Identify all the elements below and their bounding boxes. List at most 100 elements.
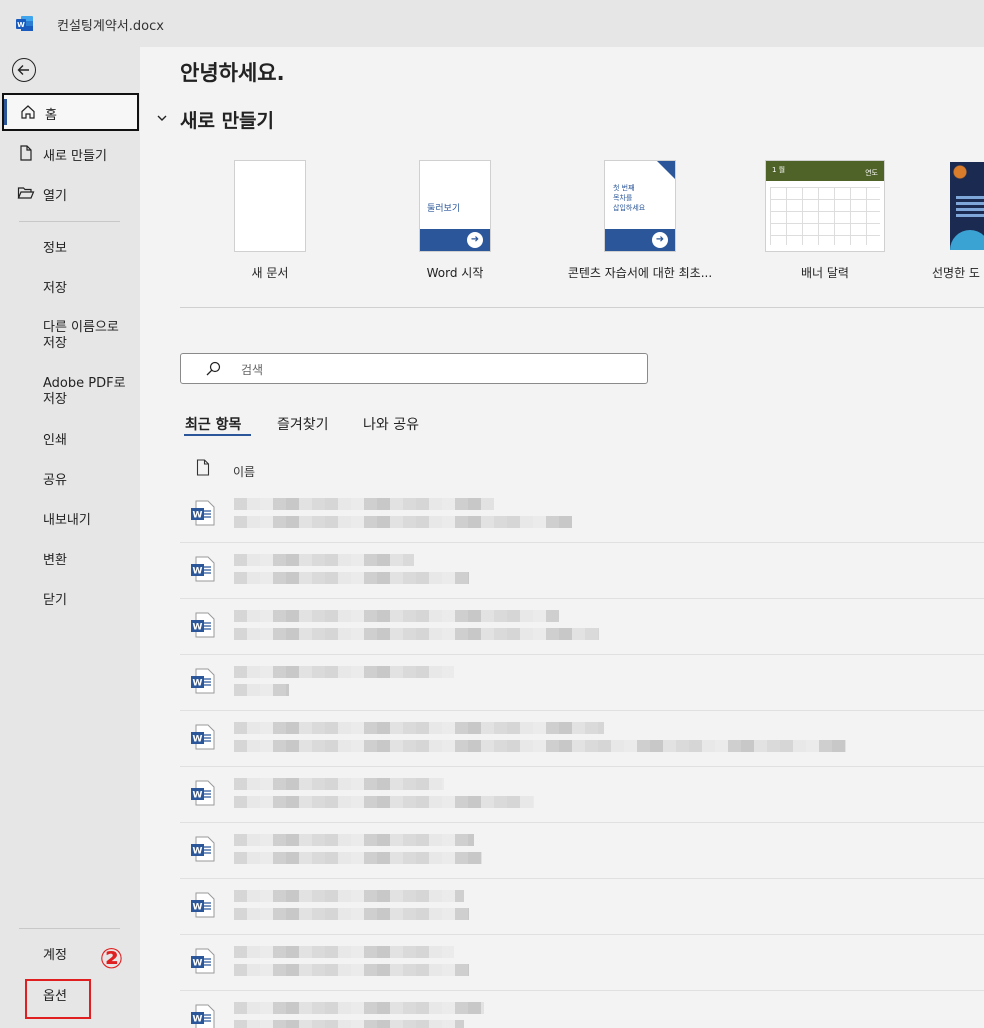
file-name-redacted xyxy=(234,775,444,790)
file-path-redacted xyxy=(234,569,469,584)
file-name-redacted xyxy=(234,663,454,678)
file-row[interactable]: W xyxy=(180,935,984,991)
template-banner-calendar[interactable]: 1 월 연도 배너 달력 xyxy=(740,160,910,290)
nav-new[interactable]: 새로 만들기 xyxy=(0,134,140,172)
nav-options[interactable]: 옵션 xyxy=(43,989,67,1005)
document-title: 컨설팅계약서.docx xyxy=(57,19,164,34)
svg-text:W: W xyxy=(193,1015,203,1025)
chevron-down-icon[interactable] xyxy=(155,111,169,125)
nav-open-label: 열기 xyxy=(43,189,67,204)
back-arrow-icon xyxy=(17,65,29,75)
file-name-redacted xyxy=(234,551,414,566)
word-file-icon: W xyxy=(190,668,216,694)
file-row[interactable]: W xyxy=(180,991,984,1028)
file-name-redacted xyxy=(234,999,484,1014)
template-blank[interactable]: 새 문서 xyxy=(185,160,355,290)
thumbnail-decor xyxy=(950,162,984,190)
file-name-redacted xyxy=(234,607,559,622)
backstage-nav: 홈 새로 만들기 열기 정보 저장 다른 이름으로 저장 Adobe PDF로 … xyxy=(0,47,140,1028)
calendar-month: 1 월 xyxy=(772,166,786,174)
file-name-redacted xyxy=(234,495,494,510)
nav-account[interactable]: 계정 xyxy=(43,948,67,964)
template-thumbnail xyxy=(234,160,306,252)
svg-text:W: W xyxy=(193,679,203,689)
nav-divider xyxy=(19,221,120,222)
file-path-redacted xyxy=(234,849,482,864)
nav-share[interactable]: 공유 xyxy=(43,473,67,489)
greeting-heading: 안녕하세요. xyxy=(180,61,285,85)
thumbnail-decor xyxy=(950,230,984,250)
word-logo-icon: W xyxy=(16,16,33,31)
tab-recent[interactable]: 최근 항목 xyxy=(185,414,241,434)
file-row[interactable]: W xyxy=(180,487,984,543)
file-row[interactable]: W xyxy=(180,655,984,711)
nav-save-adobe-pdf[interactable]: Adobe PDF로 저장 xyxy=(43,376,126,408)
template-label: 배너 달력 xyxy=(801,266,849,280)
file-row[interactable]: W xyxy=(180,599,984,655)
nav-close[interactable]: 닫기 xyxy=(43,593,67,609)
nav-info[interactable]: 정보 xyxy=(43,241,67,257)
file-row[interactable]: W xyxy=(180,711,984,767)
file-list-header: 이름 xyxy=(180,451,984,487)
file-path-redacted xyxy=(234,793,534,808)
file-row[interactable]: W xyxy=(180,879,984,935)
template-thumbnail: 둘러보기 ➜ xyxy=(419,160,491,252)
template-label: Word 시작 xyxy=(426,266,484,280)
tab-shared-with-me[interactable]: 나와 공유 xyxy=(363,414,419,434)
template-thumbnail: 1 월 연도 xyxy=(765,160,885,252)
word-file-icon: W xyxy=(190,780,216,806)
nav-print[interactable]: 인쇄 xyxy=(43,433,67,449)
file-path-redacted xyxy=(234,737,846,752)
search-input[interactable]: 검색 xyxy=(241,361,263,378)
nav-home[interactable]: 홈 xyxy=(2,93,139,131)
word-file-icon: W xyxy=(190,892,216,918)
back-button[interactable] xyxy=(12,58,36,82)
svg-text:W: W xyxy=(193,791,203,801)
file-path-redacted xyxy=(234,961,469,976)
calendar-grid xyxy=(770,187,880,245)
word-file-icon: W xyxy=(190,612,216,638)
file-row[interactable]: W xyxy=(180,543,984,599)
svg-text:W: W xyxy=(193,903,203,913)
template-thumbnail: 첫 번째 목차를 삽입하세요 ➜ xyxy=(604,160,676,252)
file-name-redacted xyxy=(234,831,474,846)
home-icon xyxy=(21,105,35,119)
nav-save[interactable]: 저장 xyxy=(43,281,67,297)
document-icon xyxy=(196,459,210,476)
file-row[interactable]: W xyxy=(180,767,984,823)
nav-new-label: 새로 만들기 xyxy=(43,149,107,164)
search-box[interactable]: 검색 xyxy=(180,353,648,384)
nav-transform[interactable]: 변환 xyxy=(43,553,67,569)
nav-home-label: 홈 xyxy=(45,108,57,123)
tab-favorites[interactable]: 즐겨찾기 xyxy=(277,414,329,434)
svg-text:W: W xyxy=(193,511,203,521)
nav-divider-bottom xyxy=(19,928,120,929)
nav-export[interactable]: 내보내기 xyxy=(43,513,91,529)
template-word-tour[interactable]: 둘러보기 ➜ Word 시작 xyxy=(370,160,540,290)
template-brochure[interactable]: 선명한 도 xyxy=(925,160,984,290)
nav-save-as[interactable]: 다른 이름으로 저장 xyxy=(43,320,119,352)
file-path-redacted xyxy=(234,905,469,920)
file-row[interactable]: W xyxy=(180,823,984,879)
file-path-redacted xyxy=(234,1017,464,1028)
word-file-icon: W xyxy=(190,1004,216,1028)
svg-text:W: W xyxy=(193,735,203,745)
file-name-redacted xyxy=(234,719,604,734)
nav-open[interactable]: 열기 xyxy=(0,174,140,212)
file-name-redacted xyxy=(234,887,464,902)
file-name-redacted xyxy=(234,943,454,958)
column-name-header[interactable]: 이름 xyxy=(233,463,255,480)
template-thumbnail xyxy=(950,162,984,250)
template-label: 콘텐츠 자습서에 대한 최초... xyxy=(567,266,713,280)
svg-text:W: W xyxy=(193,959,203,969)
thumbnail-text: 첫 번째 목차를 삽입하세요 xyxy=(613,184,646,212)
word-file-icon: W xyxy=(190,948,216,974)
home-pane: 안녕하세요. 새로 만들기 새 문서 둘러보기 ➜ Word 시작 첫 번째 목… xyxy=(140,47,984,1028)
file-path-redacted xyxy=(234,625,599,640)
template-label: 선명한 도 xyxy=(932,266,980,280)
search-icon xyxy=(206,361,221,376)
template-toc-tutorial[interactable]: 첫 번째 목차를 삽입하세요 ➜ 콘텐츠 자습서에 대한 최초... xyxy=(555,160,725,290)
word-file-icon: W xyxy=(190,556,216,582)
word-file-icon: W xyxy=(190,836,216,862)
calendar-banner: 1 월 연도 xyxy=(766,161,884,181)
